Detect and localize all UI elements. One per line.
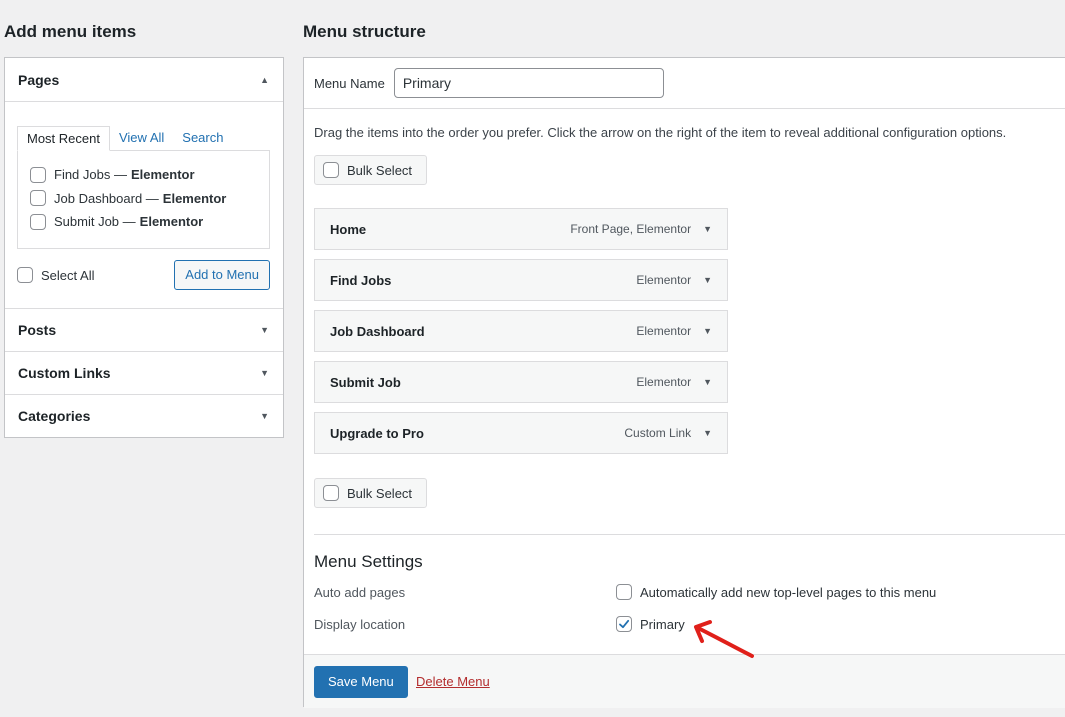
menu-item-submit-job[interactable]: Submit Job Elementor ▼ <box>314 361 728 403</box>
location-primary-checkbox[interactable] <box>616 616 632 632</box>
caret-down-icon: ▼ <box>260 411 269 421</box>
accordion-categories-label: Categories <box>18 408 91 424</box>
accordion-posts-label: Posts <box>18 322 57 338</box>
accordion-categories[interactable]: Categories ▼ <box>5 394 283 437</box>
expand-arrow-icon[interactable]: ▼ <box>703 275 712 285</box>
menu-item-title: Home <box>330 221 367 237</box>
tab-search[interactable]: Search <box>173 126 232 151</box>
menu-item-home[interactable]: Home Front Page, Elementor ▼ <box>314 208 728 250</box>
caret-up-icon: ▲ <box>260 74 269 85</box>
bulk-select-label: Bulk Select <box>347 162 413 178</box>
pages-tabs: Most Recent View All Search <box>17 126 270 151</box>
menu-item-find-jobs[interactable]: Find Jobs Elementor ▼ <box>314 259 728 301</box>
select-all-label: Select All <box>41 267 95 283</box>
menu-item-type: Elementor <box>636 375 692 389</box>
menu-item-job-dashboard[interactable]: Job Dashboard Elementor ▼ <box>314 310 728 352</box>
add-menu-items-panel: Pages ▲ Most Recent View All Search Find… <box>4 57 284 438</box>
page-item[interactable]: Submit Job — Elementor <box>30 210 257 234</box>
page-item-name: Submit Job — <box>54 214 136 230</box>
accordion-custom-links[interactable]: Custom Links ▼ <box>5 351 283 394</box>
menu-item-type: Elementor <box>636 324 692 338</box>
menu-item-upgrade-to-pro[interactable]: Upgrade to Pro Custom Link ▼ <box>314 412 728 454</box>
bulk-select-checkbox[interactable] <box>323 485 339 501</box>
menu-item-type: Custom Link <box>624 426 692 440</box>
menu-instructions: Drag the items into the order you prefer… <box>314 125 1007 140</box>
menu-item-title: Job Dashboard <box>330 323 425 339</box>
select-all[interactable]: Select All <box>17 267 94 283</box>
page-item[interactable]: Find Jobs — Elementor <box>30 163 257 187</box>
delete-menu-link[interactable]: Delete Menu <box>416 674 490 689</box>
page-checkbox[interactable] <box>30 190 46 207</box>
select-all-checkbox[interactable] <box>17 267 33 283</box>
menu-footer: Save Menu Delete Menu <box>304 654 1065 708</box>
menu-item-title: Upgrade to Pro <box>330 425 424 441</box>
expand-arrow-icon[interactable]: ▼ <box>703 326 712 336</box>
accordion-custom-links-label: Custom Links <box>18 365 111 381</box>
add-menu-items-title: Add menu items <box>4 22 137 41</box>
bulk-select-label: Bulk Select <box>347 485 413 501</box>
menu-item-title: Submit Job <box>330 374 401 390</box>
expand-arrow-icon[interactable]: ▼ <box>703 224 712 234</box>
page-item-name: Find Jobs — <box>54 167 127 183</box>
tab-view-all[interactable]: View All <box>110 126 173 151</box>
menu-name-row: Menu Name <box>304 58 1065 109</box>
pages-body: Most Recent View All Search Find Jobs — … <box>5 101 283 308</box>
page-item[interactable]: Job Dashboard — Elementor <box>30 187 257 211</box>
auto-add-label: Auto add pages <box>314 585 406 600</box>
accordion-pages[interactable]: Pages ▲ <box>5 58 283 101</box>
menu-item-type: Elementor <box>636 273 692 287</box>
auto-add-option[interactable]: Automatically add new top-level pages to… <box>616 584 936 600</box>
expand-arrow-icon[interactable]: ▼ <box>703 428 712 438</box>
menu-name-input[interactable] <box>393 68 664 98</box>
menu-structure-title: Menu structure <box>303 22 426 41</box>
caret-down-icon: ▼ <box>260 368 269 378</box>
settings-divider <box>314 534 1065 535</box>
select-row: Select All Add to Menu <box>17 260 270 290</box>
page-checkbox[interactable] <box>30 166 46 183</box>
auto-add-checkbox[interactable] <box>616 584 632 600</box>
page-checkbox[interactable] <box>30 213 46 230</box>
bulk-select-top[interactable]: Bulk Select <box>314 155 427 185</box>
location-primary-text: Primary <box>640 616 685 632</box>
location-primary-option[interactable]: Primary <box>616 616 685 632</box>
display-location-label: Display location <box>314 617 406 632</box>
menu-structure-panel: Menu Name Drag the items into the order … <box>303 57 1065 708</box>
checkmark-icon <box>619 619 630 629</box>
menu-item-type: Front Page, Elementor <box>570 222 692 236</box>
menu-item-title: Find Jobs <box>330 272 392 288</box>
page-item-name: Job Dashboard — <box>54 190 159 206</box>
add-to-menu-button[interactable]: Add to Menu <box>174 260 270 290</box>
accordion-pages-label: Pages <box>18 71 60 88</box>
menu-settings-title: Menu Settings <box>314 552 423 571</box>
page-item-tag: Elementor <box>139 214 204 230</box>
save-menu-button[interactable]: Save Menu <box>314 666 408 698</box>
pages-list: Find Jobs — Elementor Job Dashboard — El… <box>17 150 270 249</box>
auto-add-text: Automatically add new top-level pages to… <box>640 584 937 600</box>
menu-name-label: Menu Name <box>314 75 385 91</box>
caret-down-icon: ▼ <box>260 325 269 335</box>
page-item-tag: Elementor <box>130 167 195 183</box>
bulk-select-bottom[interactable]: Bulk Select <box>314 478 427 508</box>
page-item-tag: Elementor <box>162 190 227 206</box>
bulk-select-checkbox[interactable] <box>323 162 339 178</box>
annotation-arrow-icon <box>694 620 754 658</box>
accordion-posts[interactable]: Posts ▼ <box>5 308 283 351</box>
tab-most-recent[interactable]: Most Recent <box>17 126 110 151</box>
expand-arrow-icon[interactable]: ▼ <box>703 377 712 387</box>
